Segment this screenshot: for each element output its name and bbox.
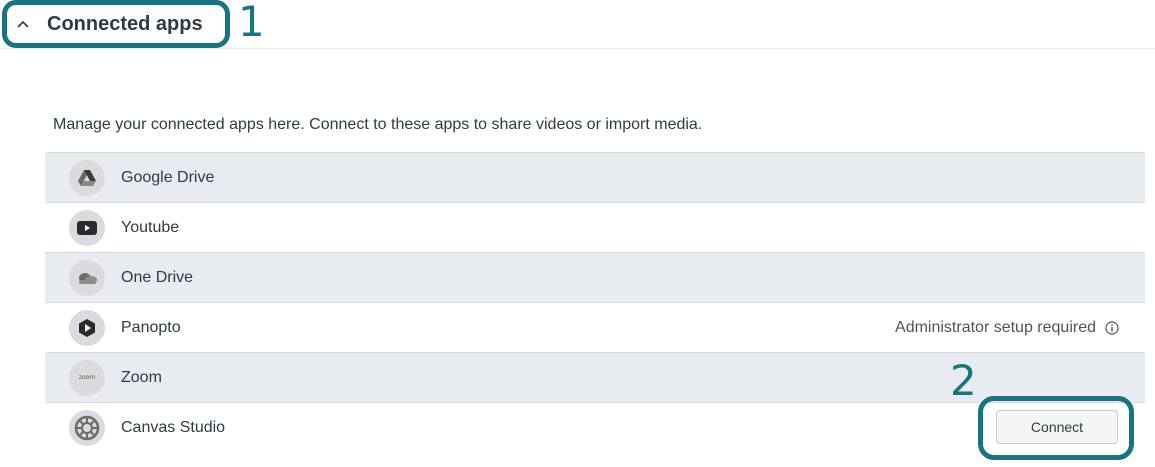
annotation-number-2: 2 — [950, 356, 977, 405]
app-row-google-drive: Google Drive — [45, 152, 1145, 202]
admin-setup-status: Administrator setup required — [895, 303, 1119, 352]
info-icon[interactable] — [1105, 320, 1119, 335]
section-title: Connected apps — [47, 12, 203, 35]
panopto-icon — [69, 309, 105, 346]
app-row-panopto: Panopto Administrator setup required — [45, 302, 1145, 352]
canvas-studio-icon — [69, 409, 105, 446]
section-header: Connected apps — [0, 0, 1155, 49]
youtube-icon — [69, 209, 105, 246]
zoom-logo-text: zoom — [78, 374, 96, 381]
section-description: Manage your connected apps here. Connect… — [53, 116, 703, 133]
app-row-zoom: zoom Zoom — [45, 352, 1145, 402]
app-name: Zoom — [121, 368, 162, 386]
app-name: One Drive — [121, 268, 194, 286]
app-name: Youtube — [121, 218, 180, 236]
status-text: Administrator setup required — [895, 318, 1096, 336]
app-name: Google Drive — [121, 168, 215, 186]
app-row-one-drive: One Drive — [45, 252, 1145, 302]
google-drive-icon — [69, 159, 105, 196]
connect-button[interactable]: Connect — [996, 410, 1118, 444]
connected-apps-toggle[interactable]: Connected apps — [2, 0, 230, 48]
app-name: Canvas Studio — [121, 418, 226, 436]
onedrive-icon — [69, 259, 105, 296]
annotation-number-1: 1 — [238, 0, 265, 46]
connected-apps-page: Connected apps 1 Manage your connected a… — [0, 0, 1155, 467]
app-name: Panopto — [121, 318, 181, 336]
zoom-icon: zoom — [69, 359, 105, 396]
app-row-youtube: Youtube — [45, 202, 1145, 252]
chevron-up-icon — [15, 16, 31, 32]
